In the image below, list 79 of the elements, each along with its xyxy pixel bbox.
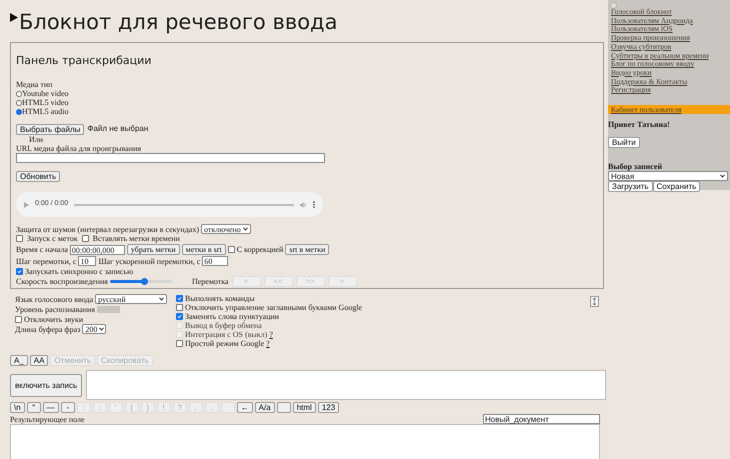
records-label: Выбор записей [608,162,664,172]
punctuation-key[interactable]: " [26,402,41,413]
checkbox[interactable] [176,313,183,320]
remove-marks-button[interactable]: убрать метки [126,244,180,255]
load-button[interactable]: Загрузить [608,181,653,192]
rewind-label: Перемотка [192,277,229,286]
language-dropdown[interactable]: русский [95,294,168,304]
radio-button[interactable] [16,108,22,114]
radio-button[interactable] [16,90,22,96]
pressed-key[interactable] [276,402,291,413]
checkbox-label: Вывод в буфер обмена [185,321,262,330]
checkbox-label: Выполнять команды [185,294,255,303]
records-dropdown[interactable]: Новая [608,171,728,182]
noise-protection-label: Защита от шумов (интервал перезагрузки в секундах) [16,224,199,234]
checkbox[interactable] [176,304,183,311]
fast-step-label: Шаг ускоренной перемотки, с [98,256,200,266]
checkbox[interactable] [82,235,89,242]
buffer-length-label: Длина буфера фраз [15,324,80,334]
language-label: Язык голосового ввода [15,294,94,304]
speed-slider[interactable] [110,280,172,283]
checkbox[interactable] [176,340,183,347]
checkbox-label: Интеграция с OS (выкл) [185,330,268,339]
refresh-button[interactable]: Обновить [16,171,60,182]
toolbar-button[interactable]: A_ [10,355,28,366]
result-field-label: Результирующее поле [10,414,85,424]
save-button[interactable]: Сохранить [652,181,700,192]
start-time-label: Время с начала [16,245,68,254]
radio-label: HTML5 video [22,98,68,107]
record-button[interactable]: включить запись [10,374,82,396]
checkbox-label: Простой режим Google [185,339,264,348]
toolbar-button[interactable]: AA [30,355,48,366]
recognition-level-label: Уровень распознавания [15,305,96,314]
srt-to-marks-button[interactable]: srt в метки [285,244,330,255]
checkbox[interactable] [176,295,183,302]
radio-label: Youtube video [22,89,69,98]
checkbox[interactable] [16,235,23,242]
step-label: Шаг перемотки, с [16,256,76,266]
help-link[interactable]: ? [266,339,270,348]
checkbox-label: Запуск с меток [27,234,78,243]
checkbox-label: Заменять слова пунктуации [185,312,280,321]
playback-speed-label: Скорость воспроизведения [16,277,108,286]
punctuation-key[interactable]: — [42,402,59,413]
punctuation-key[interactable]: A/a [254,402,275,413]
fast-step-field[interactable]: 60 [202,256,228,266]
step-field[interactable]: 10 [78,256,96,266]
media-type-label: Медиа тип [16,80,54,89]
punctuation-key[interactable]: 123 [318,402,340,413]
resize-handle[interactable] [590,296,599,307]
logout-button[interactable]: Выйти [608,137,640,148]
greeting-text: Привет Татьяна! [608,120,671,130]
checkbox[interactable] [228,246,235,253]
checkbox-label: С коррекцией [236,245,284,254]
checkbox[interactable] [15,316,22,323]
recognition-meter [97,306,120,313]
or-label: Или [28,135,44,144]
document-name-field[interactable]: Новый_документ [483,414,600,424]
checkbox-label: Отключить звуки [24,315,84,324]
start-time-field[interactable]: 00:00:00,000 [70,244,125,254]
page-title: Блокнот для речевого ввода [19,10,338,34]
speech-input-area[interactable] [86,370,606,400]
file-status: Файл не выбран [87,123,148,135]
disclosure-triangle-icon[interactable] [10,13,18,22]
punctuation-key[interactable]: ← [236,402,253,413]
checkbox-label: Запускать синхронно с записью [25,267,134,276]
panel-title: Панель транскрибации [16,54,152,67]
punctuation-key[interactable]: - [60,402,75,413]
radio-label: HTML5 audio [22,107,68,116]
noise-dropdown[interactable]: отключено [201,224,251,234]
url-label: URL медиа файла для проигрывания [16,144,142,153]
buffer-dropdown[interactable]: 200 [82,324,106,334]
choose-files-button[interactable]: Выбрать файлы [16,124,84,134]
url-field[interactable] [16,153,325,163]
checkbox-label: Вставлять метки времени [92,234,180,243]
radio-button[interactable] [16,100,22,106]
checkbox-label: Отключить управление заглавными буквами Google [185,303,362,312]
checkbox[interactable] [16,268,23,275]
punctuation-key[interactable]: \n [10,402,25,413]
punctuation-key[interactable]: html [292,402,316,413]
marks-to-srt-button[interactable]: метки в srt [182,244,226,255]
